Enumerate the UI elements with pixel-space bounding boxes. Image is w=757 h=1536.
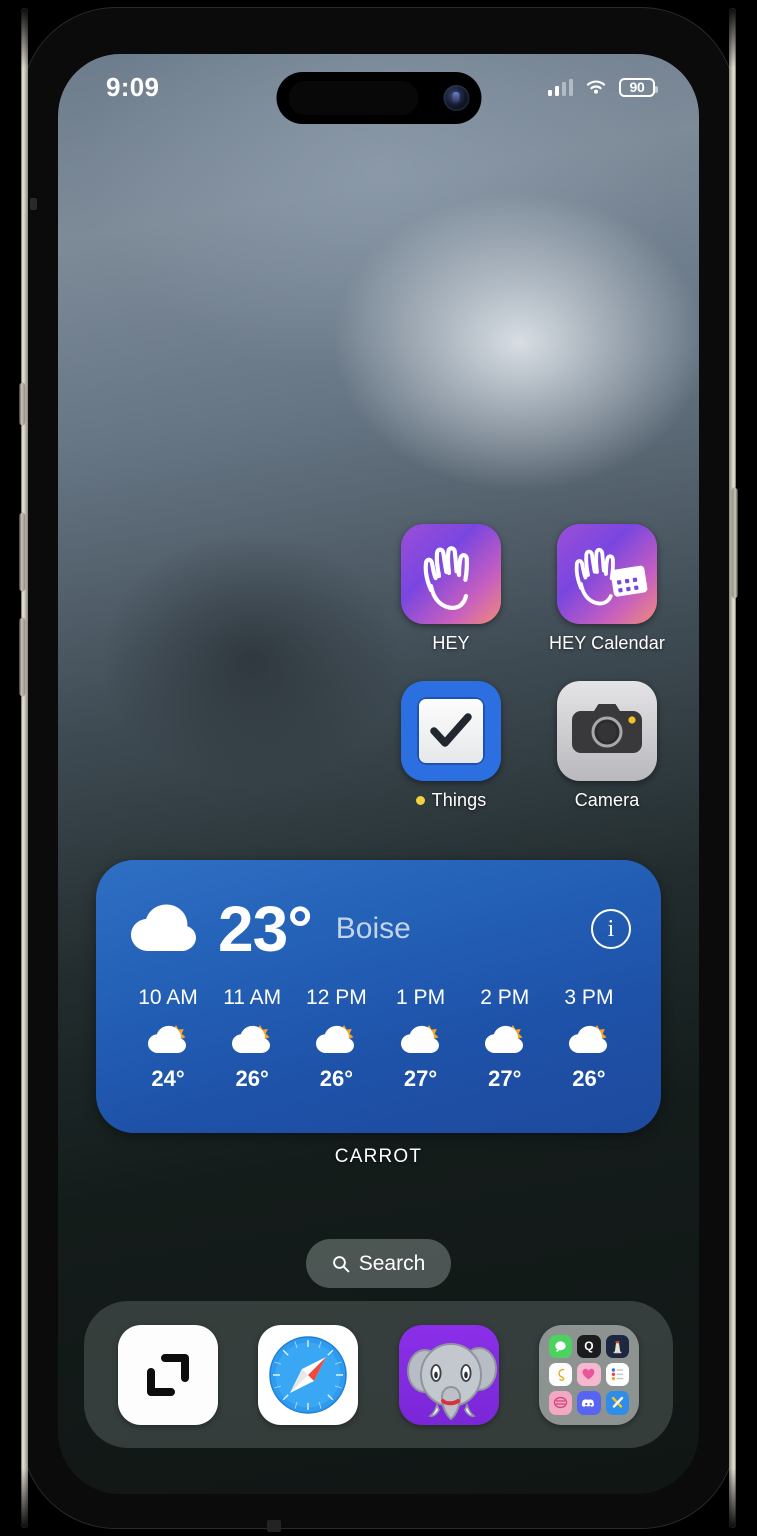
partly-cloudy-icon: [148, 1025, 186, 1053]
action-button[interactable]: [19, 383, 25, 425]
app-label: Camera: [574, 790, 640, 810]
app-things[interactable]: Things: [387, 681, 515, 811]
microphone-notch: [30, 198, 37, 210]
bottom-antenna-notch: [267, 1520, 281, 1532]
forecast-temp: 26°: [572, 1066, 606, 1091]
reminders-icon: [605, 1362, 629, 1387]
search-icon: [332, 1255, 350, 1272]
widget-location: Boise: [335, 912, 411, 945]
app-label: HEY: [432, 633, 470, 653]
dynamic-island-pill: [288, 81, 418, 115]
partly-cloudy-icon: [568, 1025, 607, 1053]
ivory-mastodon-app-icon[interactable]: [398, 1324, 499, 1425]
forecast-time: 11 AM: [223, 986, 282, 1009]
forecast-hour: 3 PM 26°: [547, 986, 631, 1092]
forecast-time: 3 PM: [564, 986, 614, 1009]
wifi-icon: [586, 80, 606, 94]
partly-cloudy-icon: [316, 1025, 355, 1053]
messages-icon: [548, 1334, 573, 1358]
device-right-rail: [729, 8, 736, 1528]
volume-down-button[interactable]: [19, 618, 25, 696]
status-bar-clock: 9:09: [106, 71, 160, 102]
widget-temperature: 23°: [218, 893, 313, 965]
forecast-hour: 11 AM 26°: [210, 986, 294, 1092]
volume-up-button[interactable]: [19, 513, 25, 591]
carrot-weather-widget[interactable]: 23° Boise i 10 AM 24° 11 AM 26° 12 PM 26…: [96, 860, 661, 1133]
forecast-hour: 10 AM 24°: [126, 986, 210, 1092]
pink-app-icon: [548, 1391, 573, 1415]
app-camera[interactable]: Camera: [543, 681, 671, 811]
hey-calendar-app-icon[interactable]: [557, 524, 657, 624]
device-left-rail: [21, 8, 28, 1528]
widget-label: CARROT: [334, 1146, 423, 1167]
app-folder-icon[interactable]: Q: [538, 1324, 639, 1425]
hey-app-icon[interactable]: [401, 524, 501, 624]
forecast-hour: 2 PM 27°: [463, 986, 547, 1092]
app-label: HEY Calendar: [549, 633, 665, 653]
app-grid: HEY HEY Calendar Things Camera: [58, 524, 699, 811]
update-dot-badge: [415, 796, 425, 805]
camera-app-icon[interactable]: [557, 681, 657, 781]
app-row: HEY HEY Calendar: [58, 524, 699, 654]
app-hey-calendar[interactable]: HEY Calendar: [543, 524, 671, 654]
battery-icon: 90: [619, 77, 658, 97]
quill-icon: Q: [577, 1334, 601, 1358]
things-app-icon[interactable]: [401, 681, 501, 781]
phone-screen: 9:09 90 HEY HEY Calendar Things Camera 2…: [58, 54, 699, 1494]
tot-app-icon[interactable]: [118, 1324, 219, 1425]
heart-icon: [577, 1362, 601, 1387]
cloud-icon: [131, 904, 196, 951]
forecast-temp: 26°: [319, 1066, 354, 1091]
forecast-hour: 1 PM 27°: [379, 986, 463, 1092]
partly-cloudy-icon: [400, 1025, 439, 1053]
partly-cloudy-icon: [232, 1025, 271, 1053]
forecast-time: 1 PM: [396, 986, 446, 1009]
lighthouse-icon: [605, 1334, 629, 1358]
app-row: Things Camera: [58, 681, 699, 811]
forecast-temp: 27°: [403, 1066, 438, 1091]
partly-cloudy-icon: [484, 1025, 523, 1053]
discord-icon: [577, 1391, 601, 1415]
weather-widget-container: 23° Boise i 10 AM 24° 11 AM 26° 12 PM 26…: [58, 860, 699, 1168]
cellular-signal-icon: [547, 78, 573, 96]
hourly-forecast-row: 10 AM 24° 11 AM 26° 12 PM 26° 1 PM 27° 2…: [126, 986, 631, 1092]
side-power-button[interactable]: [732, 488, 738, 598]
forecast-temp: 27°: [488, 1066, 522, 1091]
safari-app-icon[interactable]: [258, 1324, 359, 1425]
tools-icon: [605, 1391, 629, 1415]
script-icon: [548, 1362, 573, 1387]
app-hey[interactable]: HEY: [387, 524, 515, 654]
forecast-time: 2 PM: [480, 986, 530, 1009]
app-label: Things: [415, 790, 487, 811]
forecast-time: 10 AM: [138, 986, 198, 1009]
search-label: Search: [358, 1251, 426, 1275]
forecast-time: 12 PM: [306, 986, 367, 1009]
forecast-temp: 24°: [151, 1066, 185, 1091]
dock: Q: [84, 1301, 673, 1448]
info-icon[interactable]: i: [591, 909, 631, 949]
battery-percent-label: 90: [629, 79, 645, 95]
front-camera-icon: [443, 85, 469, 111]
iphone-device-frame: 9:09 90 HEY HEY Calendar Things Camera 2…: [19, 8, 738, 1532]
search-button[interactable]: Search: [305, 1239, 452, 1288]
dynamic-island[interactable]: [276, 72, 481, 124]
forecast-hour: 12 PM 26°: [294, 986, 378, 1092]
forecast-temp: 26°: [235, 1066, 269, 1091]
